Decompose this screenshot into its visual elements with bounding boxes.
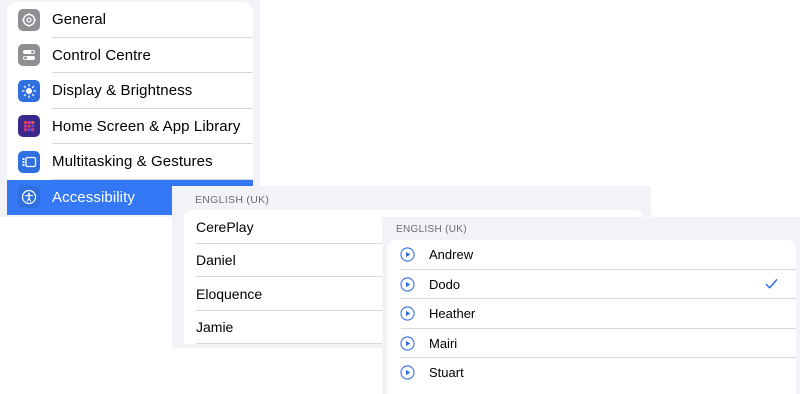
multitasking-icon (18, 150, 40, 173)
settings-item-label: General (52, 11, 107, 29)
voice-label: Jamie (196, 319, 234, 336)
play-preview-icon[interactable] (400, 365, 415, 380)
subvoice-label: Dodo (429, 276, 461, 292)
play-preview-icon[interactable] (400, 336, 415, 351)
subvoice-item-andrew[interactable]: Andrew (387, 240, 796, 270)
settings-item-multitasking[interactable]: Multitasking & Gestures (7, 144, 253, 180)
subvoice-list: Andrew Dodo Heather Mairi Stuart (387, 240, 796, 394)
play-preview-icon[interactable] (400, 306, 415, 321)
checkmark-icon (765, 279, 778, 289)
subvoice-item-dodo[interactable]: Dodo (387, 270, 796, 300)
settings-item-general[interactable]: General (7, 2, 253, 38)
voice-label: CerePlay (196, 218, 254, 235)
voice-label: Eloquence (196, 285, 263, 302)
settings-item-label: Control Centre (52, 46, 151, 64)
play-preview-icon[interactable] (400, 277, 415, 292)
settings-item-label: Multitasking & Gestures (52, 153, 213, 171)
app-grid-icon (18, 115, 40, 138)
settings-item-label: Accessibility (52, 188, 135, 206)
section-header: ENGLISH (UK) (396, 224, 467, 235)
subvoice-item-stuart[interactable]: Stuart (387, 358, 796, 388)
toggles-icon (18, 44, 40, 67)
subvoice-item-heather[interactable]: Heather (387, 299, 796, 329)
sun-icon (18, 79, 40, 102)
settings-item-control-centre[interactable]: Control Centre (7, 38, 253, 74)
settings-item-home-screen[interactable]: Home Screen & App Library (7, 109, 253, 145)
settings-item-label: Home Screen & App Library (52, 117, 241, 135)
subvoice-item-mairi[interactable]: Mairi (387, 329, 796, 359)
play-preview-icon[interactable] (400, 247, 415, 262)
settings-item-display-brightness[interactable]: Display & Brightness (7, 73, 253, 109)
settings-item-label: Display & Brightness (52, 82, 193, 100)
subvoice-panel: ENGLISH (UK) Andrew Dodo Heather Mairi S… (382, 217, 800, 394)
voice-label: Daniel (196, 252, 236, 269)
subvoice-label: Andrew (429, 247, 474, 263)
settings-list: General Control Centre Display & Brightn… (7, 2, 253, 215)
settings-sidebar: General Control Centre Display & Brightn… (0, 0, 260, 217)
section-header: ENGLISH (UK) (195, 194, 270, 206)
gear-icon (18, 8, 40, 31)
subvoice-label: Stuart (429, 365, 464, 381)
subvoice-label: Mairi (429, 335, 458, 351)
subvoice-label: Heather (429, 306, 476, 322)
accessibility-icon (18, 186, 40, 209)
